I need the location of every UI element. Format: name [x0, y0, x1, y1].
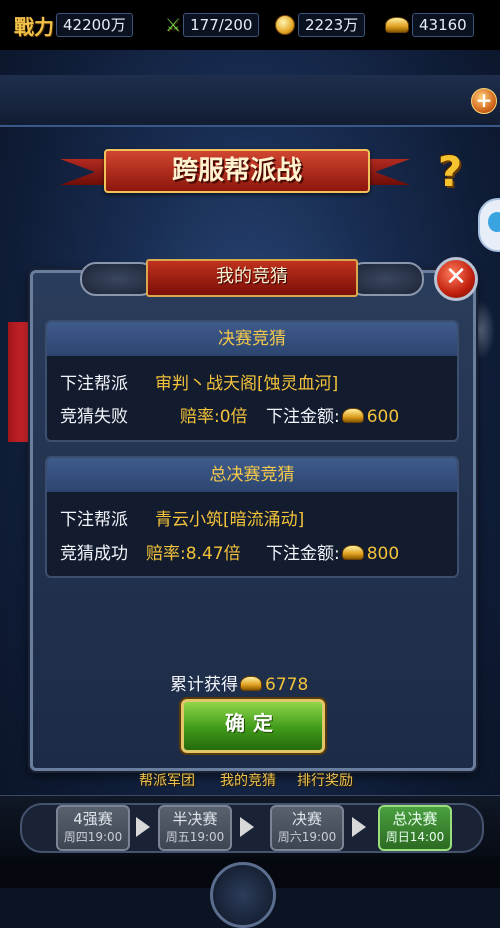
stage-name: 总决赛 [392, 810, 438, 828]
card-title: 决赛竞猜 [47, 322, 457, 356]
coins-value: 2223万 [298, 13, 366, 37]
stage-time: 周四19:00 [63, 830, 123, 844]
stage-final[interactable]: 决赛 周六19:00 [270, 805, 344, 851]
total-value: 6778 [265, 675, 309, 695]
resource-bar [0, 75, 500, 127]
stage-time: 周日14:00 [385, 830, 445, 844]
confirm-button[interactable]: 确定 [181, 699, 325, 753]
dialog-title: 我的竞猜 [146, 259, 358, 297]
ingots-display: 43160 [385, 12, 474, 38]
stage-quarterfinal[interactable]: 4强赛 周四19:00 [56, 805, 130, 851]
stamina-display: ⚔ 177/200 [165, 12, 260, 38]
scroll-ornament-left [80, 262, 156, 296]
stage-grand-final[interactable]: 总决赛 周日14:00 [378, 805, 452, 851]
ingot-icon [385, 17, 409, 33]
banner-flag-decoration [8, 322, 32, 442]
amount-label: 下注金额: [266, 407, 340, 427]
odds: 赔率:0倍 [180, 407, 248, 427]
amount-label: 下注金额: [266, 544, 340, 564]
amount-value: 600 [366, 407, 400, 427]
stamina-value: 177/200 [183, 13, 260, 37]
fish-icon [488, 212, 500, 232]
power-value: 42200万 [56, 13, 133, 37]
add-ingots-button[interactable]: + [471, 88, 497, 114]
title-banner: 跨服帮派战 [60, 145, 410, 195]
close-button[interactable]: ✕ [434, 257, 478, 301]
bet-team-value: 审判丶战天阁[蚀灵血河] [155, 374, 339, 394]
scroll-ornament-right [348, 262, 424, 296]
page-title: 跨服帮派战 [104, 149, 370, 193]
coin-icon [275, 15, 295, 35]
ingot-icon [341, 545, 364, 560]
bet-result: 竞猜失败 [60, 407, 128, 427]
ingot-icon [240, 676, 262, 691]
bet-team-label: 下注帮派 [60, 374, 128, 394]
bet-amount: 下注金额: 600 [266, 402, 399, 427]
arrow-right-icon [352, 817, 366, 837]
total-winnings: 累计获得 6778 [170, 670, 308, 695]
dock-button[interactable] [210, 862, 276, 928]
stage-semifinal[interactable]: 半决赛 周五19:00 [158, 805, 232, 851]
arrow-right-icon [240, 817, 254, 837]
tab-rank-rewards[interactable]: 排行奖励 [297, 770, 353, 790]
bet-result: 竞猜成功 [60, 544, 128, 564]
amount-value: 800 [366, 544, 400, 564]
tab-my-bets[interactable]: 我的竞猜 [220, 770, 276, 790]
stage-time: 周五19:00 [165, 830, 225, 844]
total-label: 累计获得 [170, 675, 238, 695]
help-button[interactable]: ? [428, 150, 472, 194]
ingot-icon [341, 408, 364, 423]
bet-team-value: 青云小筑[暗流涌动] [155, 510, 305, 530]
stage-name: 决赛 [291, 810, 322, 828]
ingots-value: 43160 [412, 13, 474, 37]
power-display: 戰力 42200万 [14, 12, 133, 39]
stage-time: 周六19:00 [277, 830, 337, 844]
card-title: 总决赛竞猜 [47, 458, 457, 492]
odds: 赔率:8.47倍 [146, 544, 241, 564]
arrow-right-icon [136, 817, 150, 837]
stage-name: 4强赛 [73, 810, 113, 828]
stamina-icon: ⚔ [165, 14, 182, 36]
bet-team-label: 下注帮派 [60, 510, 128, 530]
side-menu-button[interactable] [478, 198, 500, 252]
bet-amount: 下注金额: 800 [266, 539, 399, 564]
coins-display: 2223万 [275, 12, 366, 38]
stage-name: 半决赛 [172, 810, 218, 828]
power-label: 戰力 [14, 14, 54, 39]
tab-guild-army[interactable]: 帮派军团 [139, 770, 195, 790]
